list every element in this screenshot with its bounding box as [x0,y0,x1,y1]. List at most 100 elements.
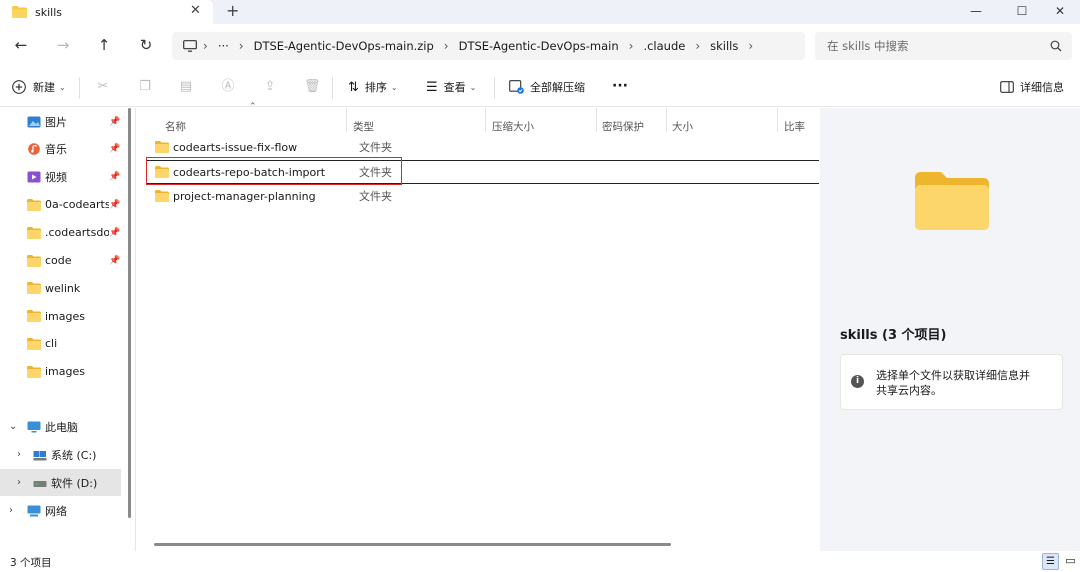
column-header-name[interactable]: 名称 [165,119,186,134]
pin-icon[interactable]: 📌 [109,256,120,266]
cut-icon[interactable]: ✂ [95,79,111,95]
sidebar-item-quick-access[interactable]: images [0,303,121,330]
pane-divider[interactable] [135,108,136,551]
column-header-compressed-size[interactable]: 压缩大小 [492,119,534,134]
status-bar [0,551,1080,572]
column-divider[interactable] [485,108,486,132]
sidebar-item-quick-access[interactable]: code 📌 [0,247,121,274]
pin-icon[interactable]: 📌 [109,200,120,210]
divider [332,77,333,99]
sort-icon: ⇅ [348,79,359,95]
pictures-icon [27,116,41,127]
view-icon: ☰ [426,79,438,95]
extract-label: 全部解压缩 [530,81,585,94]
sidebar-item-label: welink [45,281,81,295]
search-input[interactable]: 在 skills 中搜索 [815,32,1072,60]
chevron-right-icon[interactable]: › [17,449,21,460]
column-header-password[interactable]: 密码保护 [602,119,644,134]
sidebar-item-label: 0a-codearts [45,198,109,212]
details-label: 详细信息 [1020,81,1064,94]
back-arrow-icon[interactable]: ← [11,36,31,56]
folder-icon [27,226,41,239]
address-bar[interactable]: › ··· › DTSE-Agentic-DevOps-main.zip › D… [172,32,805,60]
column-header-size[interactable]: 大小 [672,119,693,134]
file-name: project-manager-planning [173,189,316,203]
pin-icon[interactable]: 📌 [109,117,120,127]
sidebar-item-quick-access[interactable]: .codeartsdo 📌 [0,219,121,246]
refresh-icon[interactable]: ↻ [136,36,156,56]
rename-icon[interactable]: Ⓐ [220,79,236,95]
sidebar-item-quick-access[interactable]: cli [0,330,121,357]
videos-icon [27,171,41,183]
tiles-view-icon[interactable]: ▭ [1062,553,1079,570]
network-icon [27,505,41,516]
item-count: 3 个项目 [10,557,52,569]
info-icon: i [851,375,864,388]
file-row[interactable]: codearts-issue-fix-flow 文件夹 [146,135,819,159]
close-tab-icon[interactable]: ✕ [190,3,201,18]
pin-icon[interactable]: 📌 [109,144,120,154]
minimize-button[interactable]: — [956,0,996,24]
large-folder-icon [915,172,989,230]
folder-icon [27,198,41,211]
up-arrow-icon[interactable]: ↑ [94,36,114,56]
drive-icon [33,480,47,487]
pin-icon[interactable]: 📌 [109,228,120,238]
chevron-right-icon[interactable]: › [748,39,753,53]
sidebar-item-quick-access[interactable]: 图片 📌 [0,108,121,135]
column-header-ratio[interactable]: 比率 [784,119,805,134]
sidebar-item-quick-access[interactable]: welink [0,275,121,302]
folder-icon [27,254,41,267]
sidebar-item-quick-access[interactable]: 音乐 📌 [0,136,121,163]
folder-icon [155,190,169,202]
details-view-icon[interactable]: ☰ [1042,553,1059,570]
sidebar-item-label: cli [45,337,58,351]
sort-button[interactable]: ⇅ 排序 ⌄ [348,79,398,95]
preview-area [820,108,1080,298]
folder-icon [27,365,41,378]
forward-arrow-icon[interactable]: → [53,36,73,56]
chevron-right-icon: › [628,39,634,53]
sidebar-item-label: images [45,309,85,323]
breadcrumb-item[interactable]: .claude [643,39,685,53]
sidebar-item-drive-c[interactable]: › 系统 (C:) [0,441,121,468]
file-row[interactable]: project-manager-planning 文件夹 [146,184,819,208]
sidebar-scrollbar[interactable] [128,108,131,518]
pin-icon[interactable]: 📌 [109,172,120,182]
column-divider[interactable] [777,108,778,132]
delete-icon[interactable]: 🗑 [304,79,321,95]
maximize-button[interactable]: ☐ [1002,0,1042,24]
breadcrumb-item[interactable]: DTSE-Agentic-DevOps-main [459,39,619,53]
chevron-right-icon[interactable]: › [9,505,13,516]
breadcrumb-item[interactable]: DTSE-Agentic-DevOps-main.zip [254,39,434,53]
details-button[interactable]: 详细信息 [1000,79,1064,95]
view-button[interactable]: ☰ 查看 ⌄ [426,79,476,95]
tab-skills[interactable]: skills ✕ [0,0,213,24]
copy-icon[interactable]: ❐ [137,79,153,95]
paste-icon[interactable]: ▤ [178,79,194,95]
sidebar-item-this-pc[interactable]: ⌄ 此电脑 [0,413,121,440]
share-icon[interactable]: ⇪ [262,79,278,95]
sidebar-item-drive-d[interactable]: › 软件 (D:) [0,469,121,496]
sidebar-item-quick-access[interactable]: 视频 📌 [0,164,121,191]
chevron-right-icon[interactable]: › [17,477,21,488]
more-options-icon[interactable]: ··· [612,78,628,94]
breadcrumb-item[interactable]: skills [710,39,738,53]
file-name: codearts-issue-fix-flow [173,140,298,154]
close-window-button[interactable]: ✕ [1040,0,1080,24]
chevron-down-icon[interactable]: ⌄ [9,421,17,432]
new-tab-button[interactable]: + [226,1,239,20]
sidebar-item-quick-access[interactable]: images [0,358,121,385]
sidebar-item-label: .codeartsdo [45,226,109,240]
column-header-type[interactable]: 类型 [353,119,374,134]
horizontal-scrollbar[interactable] [154,543,671,546]
sidebar-item-quick-access[interactable]: 0a-codearts 📌 [0,191,121,218]
breadcrumb-overflow[interactable]: ··· [218,39,229,53]
column-divider[interactable] [596,108,597,132]
sidebar-item-network[interactable]: › 网络 [0,497,121,524]
new-button[interactable]: 新建 ⌄ [12,79,66,95]
extract-all-button[interactable]: 全部解压缩 [509,79,585,95]
column-divider[interactable] [346,108,347,132]
sidebar-item-label: 系统 (C:) [51,448,97,462]
column-divider[interactable] [666,108,667,132]
